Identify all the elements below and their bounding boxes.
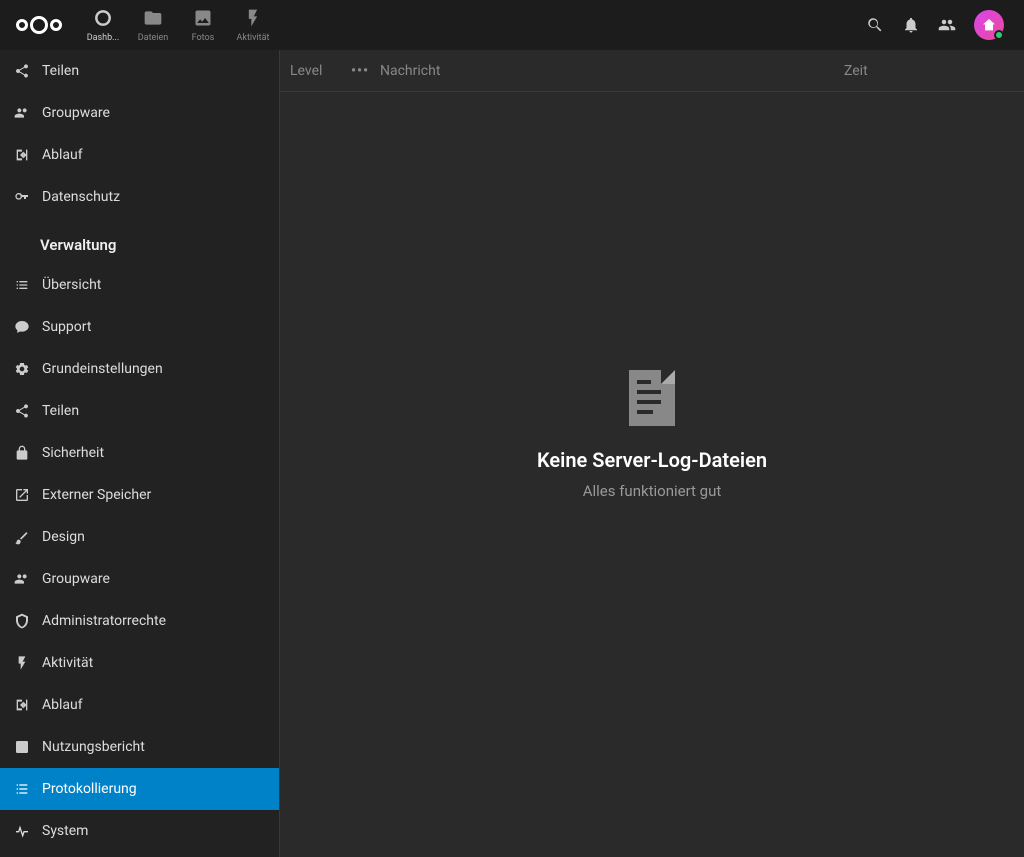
sidebar-item-label: Ablauf — [42, 697, 83, 713]
sidebar-item-label: Groupware — [42, 571, 110, 587]
exit-icon — [12, 145, 32, 165]
sidebar-item-nutzungsbericht[interactable]: Nutzungsbericht — [0, 726, 279, 768]
topnav-dateien[interactable]: Dateien — [128, 0, 178, 50]
status-dot-icon — [994, 30, 1004, 40]
bolt-icon — [12, 653, 32, 673]
contacts-icon[interactable] — [938, 16, 956, 34]
sidebar-item-label: Aktivität — [42, 655, 93, 671]
empty-state-subtitle: Alles funktioniert gut — [583, 482, 722, 500]
external-icon — [12, 485, 32, 505]
list-icon — [12, 275, 32, 295]
empty-state: Keine Server-Log-Dateien Alles funktioni… — [280, 52, 1024, 817]
empty-state-title: Keine Server-Log-Dateien — [537, 448, 767, 472]
sidebar-item-label: System — [42, 823, 88, 839]
sidebar-item-label: Design — [42, 529, 85, 545]
report-icon — [12, 737, 32, 757]
gear-icon — [12, 359, 32, 379]
document-icon — [629, 370, 675, 426]
topnav-aktivitt[interactable]: Aktivität — [228, 0, 278, 50]
sidebar-item-label: Teilen — [42, 403, 79, 419]
sidebar-item-design[interactable]: Design — [0, 516, 279, 558]
sidebar-item-externer-speicher[interactable]: Externer Speicher — [0, 474, 279, 516]
sidebar-item-label: Nutzungsbericht — [42, 739, 145, 755]
sidebar-item-administratorrechte[interactable]: Administratorrechte — [0, 600, 279, 642]
comment-icon — [12, 317, 32, 337]
folder-icon — [143, 8, 163, 33]
search-icon[interactable] — [866, 16, 884, 34]
sidebar-item-support[interactable]: Support — [0, 306, 279, 348]
sidebar-item-aktivit-t[interactable]: Aktivität — [0, 642, 279, 684]
sidebar-item-label: Übersicht — [42, 277, 101, 293]
pulse-icon — [12, 821, 32, 841]
circle-icon — [93, 8, 113, 33]
key-icon — [12, 187, 32, 207]
app-logo[interactable] — [8, 16, 70, 34]
topbar: Dashb...DateienFotosAktivität — [0, 0, 1024, 50]
group-icon — [12, 569, 32, 589]
sidebar-item-label: Ablauf — [42, 147, 83, 163]
sidebar-item-teilen[interactable]: Teilen — [0, 50, 279, 92]
sidebar-item-sicherheit[interactable]: Sicherheit — [0, 432, 279, 474]
admin-icon — [12, 611, 32, 631]
sidebar-item-ablauf[interactable]: Ablauf — [0, 684, 279, 726]
sidebar-section-title: Verwaltung — [0, 218, 279, 264]
sidebar-item-system[interactable]: System — [0, 810, 279, 852]
settings-sidebar: Teilen Groupware Ablauf Datenschutz Verwalt… — [0, 50, 280, 857]
sidebar-item-label: Administratorrechte — [42, 613, 166, 629]
sidebar-item-groupware[interactable]: Groupware — [0, 92, 279, 134]
topbar-actions — [866, 10, 1016, 40]
sidebar-item-ablauf[interactable]: Ablauf — [0, 134, 279, 176]
brush-icon — [12, 527, 32, 547]
sidebar-item-grundeinstellungen[interactable]: Grundeinstellungen — [0, 348, 279, 390]
lock-icon — [12, 443, 32, 463]
sidebar-item-label: Datenschutz — [42, 189, 120, 205]
share-icon — [12, 61, 32, 81]
sidebar-item-label: Protokollierung — [42, 781, 137, 797]
sidebar-item-protokollierung[interactable]: Protokollierung — [0, 768, 279, 810]
bolt-icon — [243, 8, 263, 33]
log-content: Level ••• Nachricht Zeit Keine Server-Lo… — [280, 50, 1024, 857]
group-icon — [12, 103, 32, 123]
sidebar-item-label: Teilen — [42, 63, 79, 79]
sidebar-item-label: Groupware — [42, 105, 110, 121]
bell-icon[interactable] — [902, 16, 920, 34]
sidebar-item-label: Support — [42, 319, 91, 335]
sidebar-item-groupware[interactable]: Groupware — [0, 558, 279, 600]
protocol-icon — [12, 779, 32, 799]
share-icon — [12, 401, 32, 421]
sidebar-item-teilen[interactable]: Teilen — [0, 390, 279, 432]
sidebar-item-label: Grundeinstellungen — [42, 361, 163, 377]
image-icon — [193, 8, 213, 33]
user-avatar[interactable] — [974, 10, 1004, 40]
exit-icon — [12, 695, 32, 715]
sidebar-item-label: Externer Speicher — [42, 487, 151, 503]
top-navigation: Dashb...DateienFotosAktivität — [78, 0, 278, 50]
sidebar-item-label: Sicherheit — [42, 445, 104, 461]
sidebar-item--bersicht[interactable]: Übersicht — [0, 264, 279, 306]
topnav-dashb[interactable]: Dashb... — [78, 0, 128, 50]
sidebar-item-datenschutz[interactable]: Datenschutz — [0, 176, 279, 218]
topnav-fotos[interactable]: Fotos — [178, 0, 228, 50]
